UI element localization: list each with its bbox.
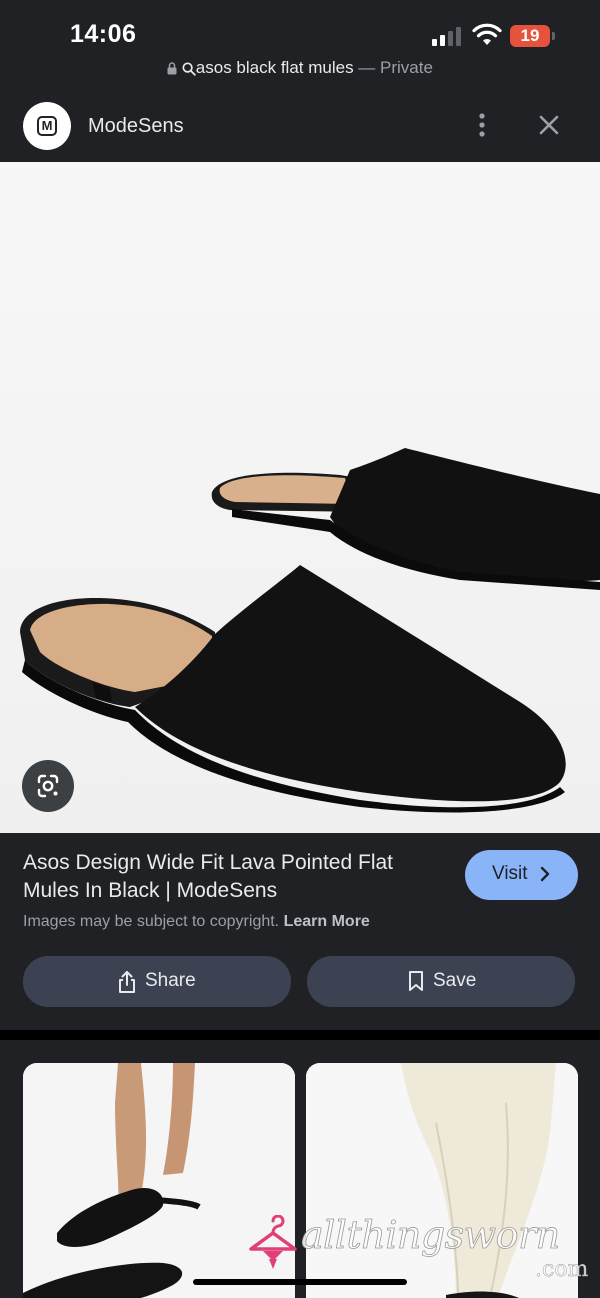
mules-illustration [0,162,600,833]
share-label: Share [145,970,196,991]
chevron-right-icon [540,866,550,882]
close-icon[interactable] [534,110,564,140]
site-name[interactable]: ModeSens [88,115,184,138]
learn-more-link[interactable]: Learn More [284,913,370,930]
status-bar: 14:06 19 [0,0,600,56]
bookmark-icon [409,971,423,991]
url-query: asos black flat mules [195,58,354,77]
logo-letter: M [37,116,57,136]
visit-button[interactable]: Visit [465,850,578,900]
home-indicator[interactable] [193,1279,407,1285]
google-lens-icon [37,774,59,798]
watermark: allthingsworn .com [245,1213,595,1283]
cellular-signal-icon [432,26,464,46]
section-divider [0,1030,600,1040]
wifi-icon [472,23,502,45]
watermark-suffix: .com [535,1257,589,1283]
site-header: M ModeSens [0,96,600,162]
product-info-panel: Asos Design Wide Fit Lava Pointed Flat M… [0,833,600,1030]
lock-icon [167,62,177,75]
url-separator: — [353,58,381,77]
status-time: 14:06 [70,20,137,48]
site-logo[interactable]: M [23,102,71,150]
battery-indicator: 19 [510,25,550,47]
watermark-text: allthingsworn [301,1213,561,1258]
product-title[interactable]: Asos Design Wide Fit Lava Pointed Flat M… [23,849,443,905]
share-button[interactable]: Share [23,956,291,1007]
visual-search-button[interactable] [22,760,74,812]
share-icon [119,971,135,993]
hanger-logo-icon [249,1215,297,1269]
save-button[interactable]: Save [307,956,575,1007]
copyright-notice: Images may be subject to copyright. Lear… [23,913,370,931]
product-image[interactable] [0,162,600,833]
visit-label: Visit [492,863,528,884]
search-icon [182,61,196,76]
more-options-icon[interactable] [470,110,494,140]
battery-tip [552,32,555,40]
url-bar[interactable]: asos black flat mules — Private [0,58,600,78]
private-label: Private [380,58,433,77]
save-label: Save [433,970,477,991]
copyright-text: Images may be subject to copyright. [23,913,280,930]
